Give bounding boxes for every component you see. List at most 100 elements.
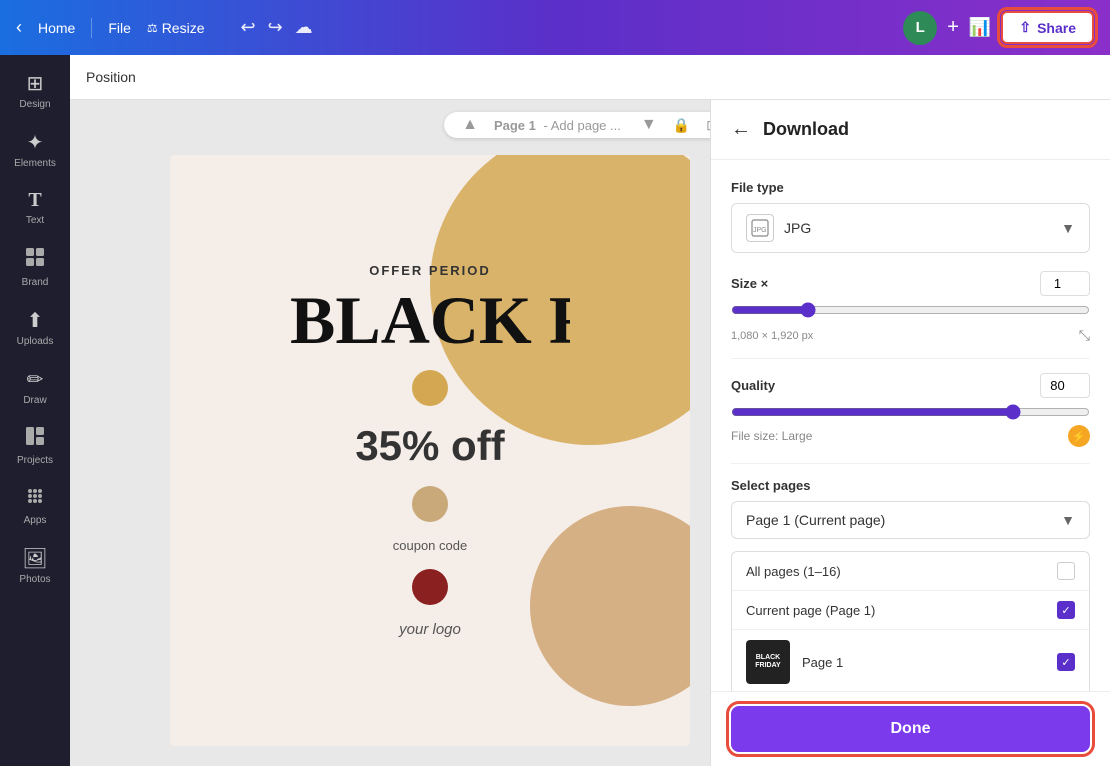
analytics-icon[interactable]: 📊: [969, 17, 991, 38]
sidebar-item-photos[interactable]: 🖼 Photos: [3, 538, 67, 593]
page-current-checkbox[interactable]: ✓: [1057, 601, 1075, 619]
size-dims-text: 1,080 × 1,920 px: [731, 330, 813, 342]
sidebar-item-draw-label: Draw: [23, 395, 46, 406]
quality-input[interactable]: [1040, 373, 1090, 398]
filetype-left: JPG JPG: [746, 214, 811, 242]
svg-text:JPG: JPG: [753, 227, 767, 234]
add-collaborator-button[interactable]: +: [947, 16, 959, 39]
quality-slider[interactable]: [731, 404, 1090, 420]
canvas-area: ▲ Page 1 - Add page ... ▼ 🔒 ⊡ OFFER PERI…: [70, 100, 1110, 766]
page-item-current[interactable]: Current page (Page 1) ✓: [732, 591, 1089, 630]
sidebar-item-text-label: Text: [26, 215, 44, 226]
page-item-1[interactable]: BLACKFRIDAY Page 1 ✓: [732, 630, 1089, 691]
download-panel: ← Download File type JPG JPG ▼: [710, 100, 1110, 766]
undo-button[interactable]: ↩: [240, 17, 255, 38]
select-pages-label: Select pages: [731, 478, 1090, 493]
sidebar-item-draw[interactable]: ✏ Draw: [3, 359, 67, 414]
file-menu[interactable]: File: [108, 20, 131, 36]
size-row: Size ×: [731, 271, 1090, 296]
page-item-all[interactable]: All pages (1–16): [732, 552, 1089, 591]
swatch-red: [412, 569, 448, 605]
design-icon: ⊞: [27, 71, 44, 96]
coupon-text: coupon code: [290, 538, 570, 553]
page-nav-up[interactable]: ▲: [462, 116, 478, 134]
headline-text: BLACK FRIDAY: [290, 286, 570, 354]
design-content: OFFER PERIOD BLACK FRIDAY 35% off coupon…: [270, 243, 590, 658]
share-button[interactable]: ⇧ Share: [1001, 11, 1094, 44]
topbar-divider: [91, 18, 92, 38]
circle-gold: [412, 370, 448, 406]
sidebar: ⊞ Design ✦ Elements T Text Brand ⬆ Uploa…: [0, 55, 70, 766]
size-slider[interactable]: [731, 302, 1090, 318]
main-layout: ⊞ Design ✦ Elements T Text Brand ⬆ Uploa…: [0, 55, 1110, 766]
page-1-name: Page 1: [802, 655, 1045, 670]
sidebar-item-uploads[interactable]: ⬆ Uploads: [3, 300, 67, 355]
pages-chevron-icon: ▼: [1061, 512, 1075, 528]
topbar-center: ↩ ↪ ☁: [240, 17, 312, 38]
size-dims-icon: ⤡: [1079, 327, 1090, 344]
resize-icon: ⚖: [147, 21, 158, 35]
sidebar-item-projects[interactable]: Projects: [3, 418, 67, 474]
sidebar-item-apps-label: Apps: [24, 515, 47, 526]
page-all-name: All pages (1–16): [746, 564, 1045, 579]
draw-icon: ✏: [27, 367, 44, 392]
page-1-thumb: BLACKFRIDAY: [746, 640, 790, 684]
pages-list: All pages (1–16) Current page (Page 1) ✓…: [731, 551, 1090, 691]
projects-icon: [25, 426, 45, 452]
filetype-value: JPG: [784, 220, 811, 236]
page-lock-icon[interactable]: 🔒: [673, 117, 690, 134]
separator-2: [731, 463, 1090, 464]
color-swatches: [290, 486, 570, 522]
sidebar-item-elements[interactable]: ✦ Elements: [3, 122, 67, 177]
text-icon: T: [28, 189, 41, 212]
page-nav-down[interactable]: ▼: [641, 116, 657, 134]
home-link[interactable]: Home: [38, 20, 75, 36]
sidebar-item-design[interactable]: ⊞ Design: [3, 63, 67, 118]
resize-button[interactable]: ⚖ Resize: [147, 20, 205, 36]
quality-row: Quality: [731, 373, 1090, 398]
page-indicator: ▲ Page 1 - Add page ... ▼ 🔒 ⊡: [444, 112, 736, 138]
sidebar-item-apps[interactable]: Apps: [3, 478, 67, 534]
elements-icon: ✦: [27, 130, 44, 155]
page-current-name: Current page (Page 1): [746, 603, 1045, 618]
page-all-checkbox[interactable]: [1057, 562, 1075, 580]
panel-back-button[interactable]: ←: [731, 118, 751, 141]
filetype-label: File type: [731, 180, 1090, 195]
panel-title: Download: [763, 119, 849, 140]
brand-icon: [24, 246, 46, 274]
sidebar-item-text[interactable]: T Text: [3, 181, 67, 234]
offer-period-text: OFFER PERIOD: [290, 263, 570, 278]
toolbar: Position: [70, 55, 1110, 100]
panel-header: ← Download: [711, 100, 1110, 160]
pages-dropdown-text: Page 1 (Current page): [746, 512, 885, 528]
share-upload-icon: ⇧: [1019, 19, 1031, 36]
filesize-warning-icon: ⚡: [1068, 425, 1090, 447]
sidebar-item-brand-label: Brand: [22, 277, 49, 288]
page-indicator-text: Page 1 - Add page ...: [494, 118, 625, 133]
topbar-right: L + 📊 ⇧ Share: [903, 11, 1094, 45]
toolbar-position-label: Position: [86, 69, 136, 85]
discount-text: 35% off: [290, 422, 570, 470]
quality-label: Quality: [731, 378, 775, 393]
size-input[interactable]: [1040, 271, 1090, 296]
save-cloud-icon[interactable]: ☁: [295, 17, 313, 38]
page-1-checkbox[interactable]: ✓: [1057, 653, 1075, 671]
filetype-dropdown[interactable]: JPG JPG ▼: [731, 203, 1090, 253]
sidebar-item-brand[interactable]: Brand: [3, 238, 67, 296]
size-dims-row: 1,080 × 1,920 px ⤡: [731, 327, 1090, 344]
sidebar-item-design-label: Design: [19, 99, 50, 110]
jpg-icon: JPG: [746, 214, 774, 242]
avatar[interactable]: L: [903, 11, 937, 45]
done-button-container: Done: [711, 691, 1110, 766]
redo-button[interactable]: ↪: [268, 17, 283, 38]
pages-dropdown[interactable]: Page 1 (Current page) ▼: [731, 501, 1090, 539]
apps-icon: [25, 486, 45, 512]
back-button[interactable]: ‹: [16, 17, 22, 38]
logo-text: your logo: [290, 621, 570, 638]
topbar: ‹ Home File ⚖ Resize ↩ ↪ ☁ L + 📊 ⇧ Share: [0, 0, 1110, 55]
done-button[interactable]: Done: [731, 706, 1090, 752]
sidebar-item-photos-label: Photos: [19, 574, 50, 585]
sidebar-item-uploads-label: Uploads: [17, 336, 54, 347]
filesize-row: File size: Large ⚡: [731, 425, 1090, 447]
panel-body: File type JPG JPG ▼ Size ×: [711, 160, 1110, 691]
